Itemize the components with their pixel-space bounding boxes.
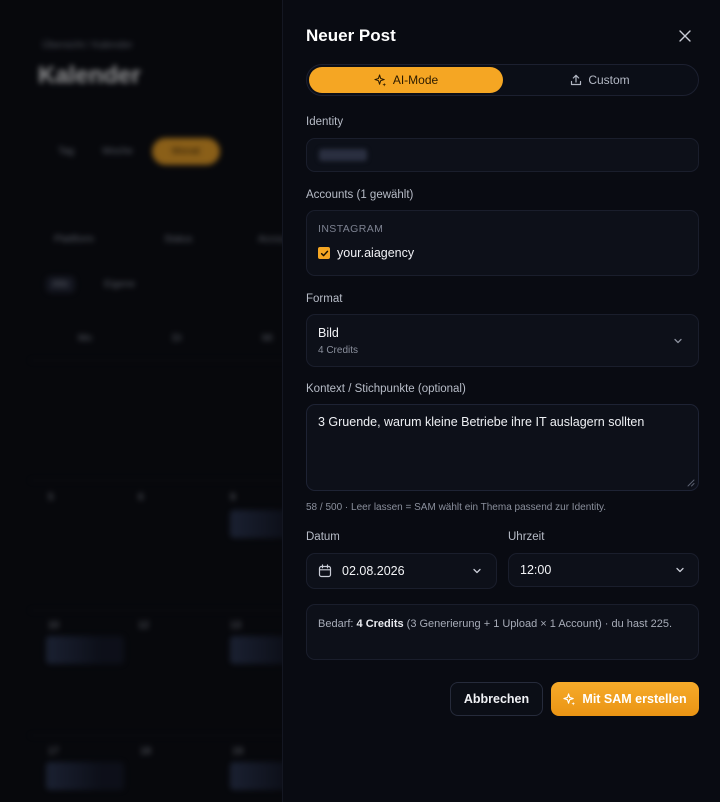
day-number: 12 [138,620,150,631]
custom-mode-button[interactable]: Custom [503,67,697,93]
cost-prefix: Bedarf: [318,618,357,630]
breadcrumb: Übersicht / Kalender [42,40,133,51]
ai-mode-button[interactable]: AI-Mode [309,67,503,93]
day-number: 13 [230,620,242,631]
close-button[interactable] [675,26,695,46]
cost-details: (3 Generierung + 1 Upload × 1 Account) ·… [403,618,673,630]
cost-credits: 4 Credits [356,618,404,630]
date-label: Datum [306,531,340,543]
check-icon [320,250,328,256]
view-tab-day[interactable]: Tag [58,146,74,157]
format-label: Format [306,293,343,305]
context-label: Kontext / Stichpunkte (optional) [306,383,466,395]
weekday-label: Di [172,333,182,344]
context-textarea[interactable]: 3 Gruende, warum kleine Betriebe ihre IT… [306,404,699,491]
day-number: 19 [232,746,244,757]
format-value: Bild [318,326,339,340]
identity-value-redacted [319,149,367,161]
chevron-down-icon [673,336,683,346]
day-number: 6 [138,492,144,503]
custom-mode-label: Custom [588,73,630,87]
weekday-label: Mi [262,333,273,344]
account-name[interactable]: your.aiagency [337,246,414,260]
time-value: 12:00 [520,563,552,577]
context-value: 3 Gruende, warum kleine Betriebe ihre IT… [318,415,645,429]
drawer-title: Neuer Post [306,26,396,45]
day-number: 5 [48,492,54,503]
resize-handle-icon[interactable] [687,479,695,487]
chip-own[interactable]: Eigene [98,276,141,293]
cancel-button[interactable]: Abbrechen [450,682,543,716]
format-credits: 4 Credits [318,345,359,356]
time-label: Uhrzeit [508,531,545,543]
accounts-box: INSTAGRAM your.aiagency [306,210,699,276]
date-picker[interactable]: 02.08.2026 [306,553,497,589]
upload-icon [571,74,582,86]
post-thumbnail[interactable] [46,762,124,790]
time-select[interactable]: 12:00 [508,553,699,587]
identity-label: Identity [306,116,344,128]
cost-summary: Bedarf: 4 Credits (3 Generierung + 1 Upl… [306,604,699,660]
accounts-label: Accounts (1 gewählt) [306,189,414,201]
new-post-drawer: Neuer Post AI-Mode Custom Identity Accou… [282,0,720,802]
day-number: 17 [48,746,60,757]
format-select[interactable]: Bild 4 Credits [306,314,699,367]
ai-mode-label: AI-Mode [392,73,439,87]
filter-status[interactable]: Status [164,234,192,245]
date-value: 02.08.2026 [342,564,405,578]
identity-select[interactable] [306,138,699,172]
chip-all[interactable]: Alle [46,276,75,293]
chevron-down-icon [472,566,482,576]
account-checkbox[interactable] [318,247,330,259]
weekday-label: Mo [78,333,92,344]
day-number: 10 [48,620,60,631]
filter-platform[interactable]: Plattform [54,234,94,245]
mode-switch: AI-Mode Custom [306,64,699,96]
create-with-sam-button[interactable]: Mit SAM erstellen [551,682,699,716]
page-title: Kalender [38,62,141,89]
post-thumbnail[interactable] [46,636,124,664]
sparkle-icon [374,73,386,87]
context-hint: 58 / 500 · Leer lassen = SAM wählt ein T… [306,502,607,513]
close-icon [679,30,691,42]
calendar-icon [318,564,332,578]
account-category: INSTAGRAM [318,223,384,235]
chevron-down-icon [675,565,685,575]
day-number: 9 [230,492,236,503]
view-tab-week[interactable]: Woche [102,146,133,157]
day-number: 18 [140,746,152,757]
sparkle-icon [563,692,576,706]
create-button-label: Mit SAM erstellen [582,692,687,706]
view-tab-month[interactable]: Monat [152,138,220,165]
